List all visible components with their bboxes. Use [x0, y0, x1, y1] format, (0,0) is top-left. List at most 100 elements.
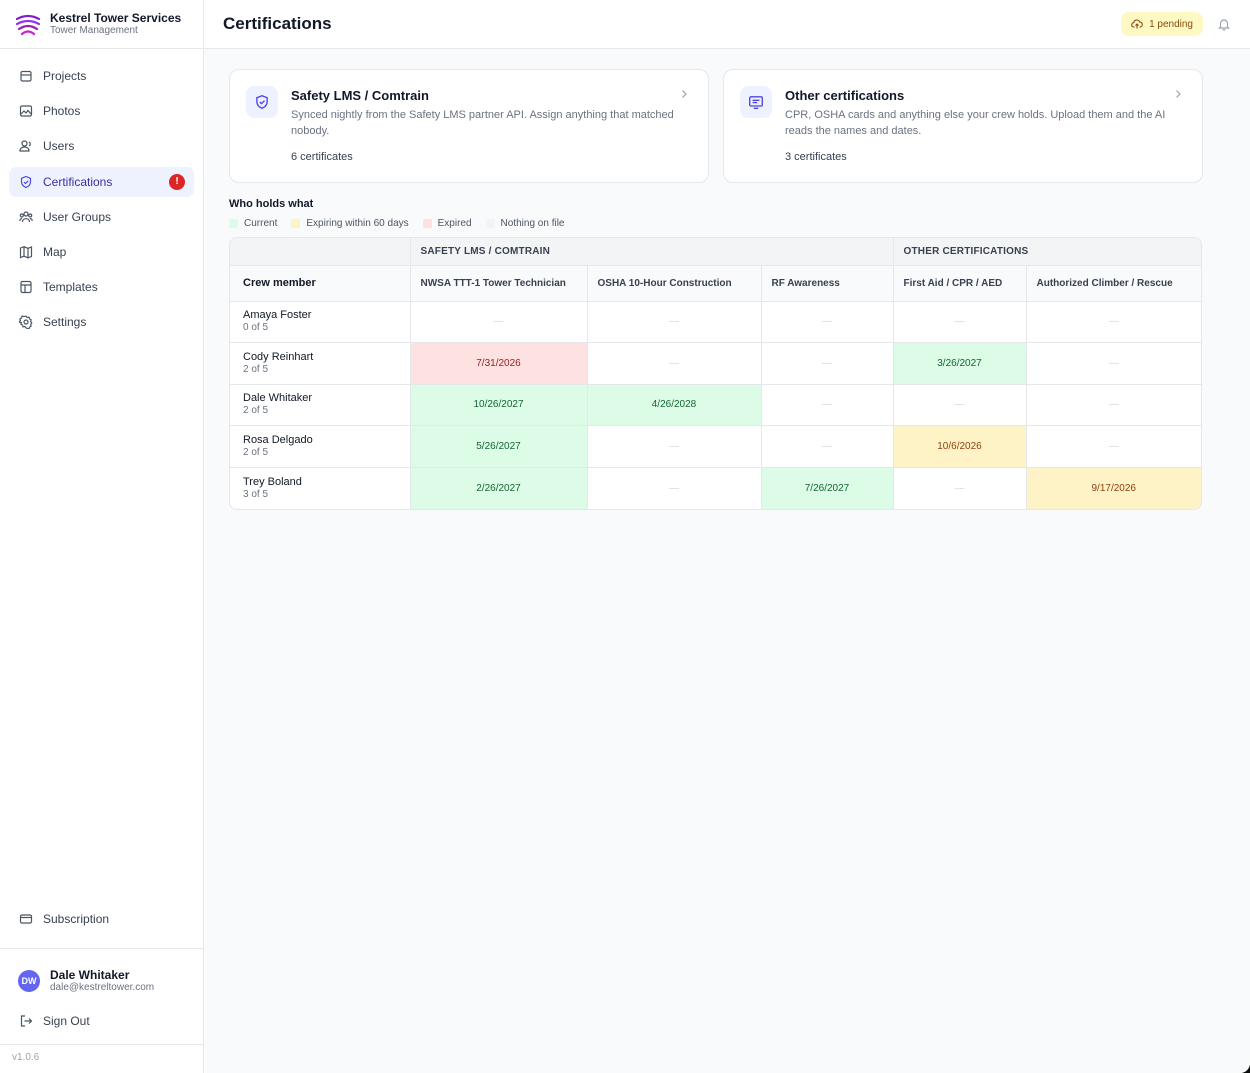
cert-cell[interactable]: — [1026, 425, 1201, 468]
column-header: NWSA TTT-1 Tower Technician [410, 265, 588, 302]
content-area: Safety LMS / Comtrain Synced nightly fro… [204, 49, 1250, 510]
cert-cell[interactable]: — [587, 301, 762, 344]
cert-cell[interactable]: 4/26/2028 [587, 384, 762, 427]
group-header: OTHER CERTIFICATIONS [893, 238, 1201, 266]
crew-member-cell[interactable]: Rosa Delgado 2 of 5 [230, 425, 411, 468]
cert-cell[interactable]: 3/26/2027 [893, 342, 1027, 385]
credit-card-icon [19, 912, 33, 926]
sidebar-item-templates[interactable]: Templates [9, 272, 194, 302]
crew-member-name: Cody Reinhart [243, 350, 314, 363]
image-icon [19, 104, 33, 118]
matrix-title: Who holds what [229, 198, 314, 210]
cert-cell[interactable]: — [893, 301, 1027, 344]
crew-member-cell[interactable]: Cody Reinhart 2 of 5 [230, 342, 411, 385]
cert-cell[interactable]: — [1026, 342, 1201, 385]
card-title: Other certifications [785, 88, 905, 103]
cert-cell[interactable]: 2/26/2027 [410, 467, 588, 509]
crew-member-cell[interactable]: Dale Whitaker 2 of 5 [230, 384, 411, 427]
card-description: Synced nightly from the Safety LMS partn… [291, 109, 674, 137]
group-header: SAFETY LMS / COMTRAIN [410, 238, 894, 266]
crew-member-count: 2 of 5 [243, 405, 269, 417]
cert-cell[interactable]: — [761, 384, 894, 427]
shield-check-icon [246, 86, 278, 118]
sidebar-item-settings[interactable]: Settings [9, 307, 194, 337]
sidebar-item-photos[interactable]: Photos [9, 96, 194, 126]
sign-out-label: Sign Out [43, 1014, 90, 1028]
table-row: Amaya Foster 0 of 5— — — — — [230, 301, 1201, 344]
sign-out-icon [19, 1014, 33, 1028]
brand-name: Kestrel Tower Services [50, 11, 182, 25]
sidebar-nav: Projects Photos Users Certifications ! U… [0, 49, 203, 337]
crew-member-count: 2 of 5 [243, 363, 269, 375]
gear-icon [19, 315, 33, 330]
crew-member-count: 2 of 5 [243, 447, 269, 459]
group-header-blank [230, 238, 411, 266]
card-safety-lms[interactable]: Safety LMS / Comtrain Synced nightly fro… [229, 69, 709, 183]
divider [0, 1044, 203, 1045]
bell-icon[interactable] [1217, 17, 1231, 31]
column-header: First Aid / CPR / AED [893, 265, 1027, 302]
brand-subtitle: Tower Management [50, 25, 138, 36]
user-groups-icon [19, 210, 33, 224]
sidebar-item-label: Templates [43, 280, 98, 295]
cert-cell[interactable]: — [1026, 301, 1201, 344]
legend-label: Nothing on file [500, 218, 565, 229]
brand[interactable]: Kestrel Tower Services Tower Management [0, 0, 203, 49]
app-window: Kestrel Tower Services Tower Management … [0, 0, 1250, 1073]
crew-member-name: Rosa Delgado [243, 434, 313, 447]
cert-cell[interactable]: — [893, 384, 1027, 427]
legend-item: Nothing on file [485, 218, 565, 229]
certification-matrix: SAFETY LMS / COMTRAIN OTHER CERTIFICATIO… [229, 237, 1202, 510]
cert-cell[interactable]: — [761, 342, 894, 385]
sidebar-item-certifications[interactable]: Certifications ! [9, 166, 194, 197]
cert-cell[interactable]: — [893, 467, 1027, 509]
crew-member-name: Dale Whitaker [243, 392, 313, 405]
crew-member-name: Trey Boland [243, 475, 302, 488]
cert-cell[interactable]: — [761, 301, 894, 344]
sidebar-item-users[interactable]: Users [9, 131, 194, 161]
template-icon [19, 280, 33, 294]
sidebar-item-user-groups[interactable]: User Groups [9, 202, 194, 232]
main-content: Certifications 1 pending Safety LMS / Co… [204, 0, 1250, 1073]
cert-cell[interactable]: — [587, 342, 762, 385]
column-header: OSHA 10-Hour Construction [587, 265, 762, 302]
cert-cell[interactable]: 5/26/2027 [410, 425, 588, 468]
version-label: v1.0.6 [12, 1052, 40, 1063]
source-cards: Safety LMS / Comtrain Synced nightly fro… [229, 69, 1225, 183]
sidebar-item-label: User Groups [43, 209, 112, 224]
cert-cell[interactable]: — [1026, 384, 1201, 427]
crew-member-cell[interactable]: Amaya Foster 0 of 5 [230, 301, 411, 344]
table-row: Cody Reinhart 2 of 5 7/31/2026— —3/26/2027— [230, 342, 1201, 385]
sidebar-item-label: Users [43, 139, 75, 154]
card-title: Safety LMS / Comtrain [291, 88, 429, 103]
cert-cell[interactable]: 10/6/2026 [893, 425, 1027, 468]
sidebar-item-label: Settings [43, 315, 87, 330]
table-row: Rosa Delgado 2 of 5 5/26/2027— —10/6/2026— [230, 425, 1201, 468]
alert-badge: ! [169, 173, 185, 190]
sidebar-item-label: Certifications [43, 174, 113, 189]
legend-label: Expiring within 60 days [306, 218, 409, 229]
cert-cell[interactable]: 7/26/2027 [761, 467, 894, 509]
cert-cell[interactable]: 9/17/2026 [1026, 467, 1201, 509]
card-other-certifications[interactable]: Other certifications CPR, OSHA cards and… [723, 69, 1203, 183]
shield-check-icon [19, 175, 33, 189]
pending-uploads-button[interactable]: 1 pending [1121, 12, 1203, 36]
sidebar-item-subscription[interactable]: Subscription [9, 904, 194, 934]
sign-out-button[interactable]: Sign Out [9, 1006, 194, 1036]
cert-cell[interactable]: 10/26/2027 [410, 384, 588, 427]
sidebar-item-map[interactable]: Map [9, 237, 194, 267]
sidebar-item-label: Map [43, 244, 67, 259]
crew-member-count: 3 of 5 [243, 488, 269, 500]
sidebar-item-projects[interactable]: Projects [9, 61, 194, 91]
table-row: Trey Boland 3 of 5 2/26/2027—7/26/2027—9/1… [230, 467, 1201, 509]
card-icon [740, 86, 772, 118]
divider [0, 948, 203, 949]
user-email: dale@kestreltower.com [50, 982, 155, 993]
cert-cell[interactable]: — [587, 467, 762, 509]
cert-cell[interactable]: — [410, 301, 588, 344]
cert-cell[interactable]: — [587, 425, 762, 468]
cert-cell[interactable]: — [761, 425, 894, 468]
user-profile[interactable]: DW Dale Whitaker dale@kestreltower.com [18, 968, 154, 994]
cert-cell[interactable]: 7/31/2026 [410, 342, 588, 385]
crew-member-cell[interactable]: Trey Boland 3 of 5 [230, 467, 411, 509]
